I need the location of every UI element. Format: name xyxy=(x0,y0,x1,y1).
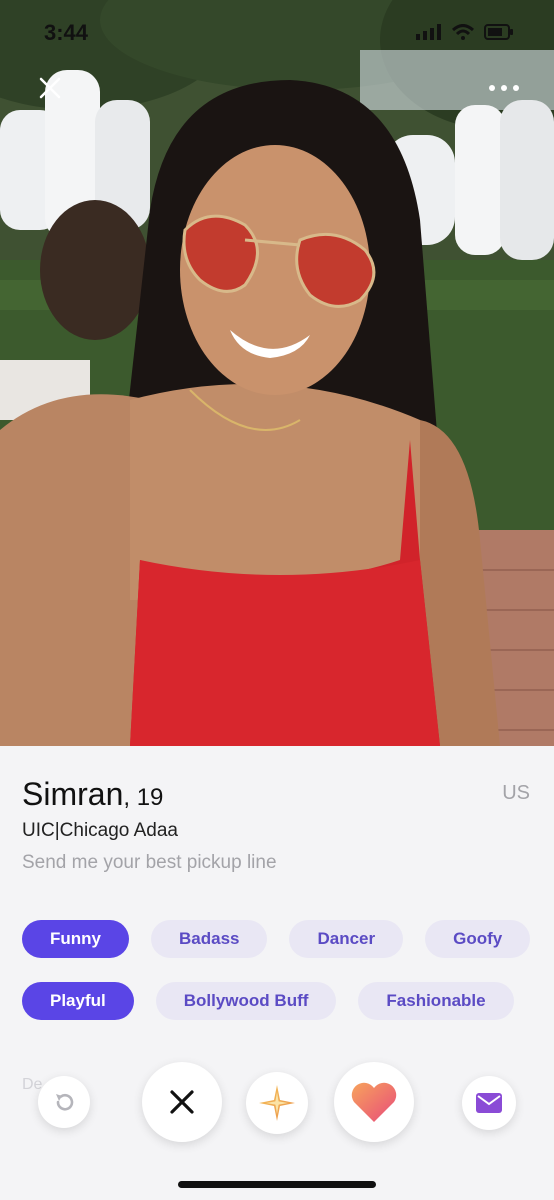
profile-age: , 19 xyxy=(123,784,164,811)
super-like-button[interactable] xyxy=(246,1072,308,1134)
more-icon xyxy=(489,85,495,91)
rewind-icon xyxy=(56,1093,74,1111)
profile-school: UIC|Chicago Adaa xyxy=(22,820,178,841)
signal-icon xyxy=(416,24,441,40)
status-bar: 3:44 xyxy=(0,0,554,60)
wifi-icon xyxy=(452,24,474,40)
profile-photo[interactable]: 3:44 xyxy=(0,0,554,746)
profile-bio: Send me your best pickup line xyxy=(22,852,277,873)
heart-icon xyxy=(351,1082,397,1122)
tag-row-1: Funny Badass Dancer Goofy xyxy=(22,920,531,958)
envelope-icon xyxy=(476,1093,502,1113)
tag-chip[interactable]: Playful xyxy=(22,982,134,1020)
tag-row-2: Playful Bollywood Buff Fashionable xyxy=(22,982,514,1020)
close-icon xyxy=(39,77,61,99)
status-icons xyxy=(416,24,514,40)
tag-chip[interactable]: Funny xyxy=(22,920,129,958)
profile-country: US xyxy=(502,782,530,804)
x-icon xyxy=(170,1090,194,1114)
tag-chip[interactable]: Goofy xyxy=(425,920,531,958)
tag-chip[interactable]: Badass xyxy=(151,920,268,958)
home-indicator xyxy=(178,1181,376,1188)
pass-button[interactable] xyxy=(142,1062,222,1142)
tag-chip[interactable]: Fashionable xyxy=(358,982,514,1020)
profile-photo-illustration xyxy=(0,0,554,746)
rewind-button[interactable] xyxy=(38,1076,90,1128)
more-options-button[interactable] xyxy=(484,76,524,100)
action-bar xyxy=(0,1062,554,1142)
battery-icon xyxy=(484,24,513,40)
message-button[interactable] xyxy=(462,1076,516,1130)
close-button[interactable] xyxy=(32,70,68,106)
like-button[interactable] xyxy=(334,1062,414,1142)
tag-chip[interactable]: Dancer xyxy=(289,920,404,958)
sparkle-icon xyxy=(259,1085,295,1121)
tag-chip[interactable]: Bollywood Buff xyxy=(155,982,337,1020)
status-time: 3:44 xyxy=(44,20,89,45)
profile-name: Simran xyxy=(22,776,124,812)
name-row: Simran , 19 xyxy=(22,776,163,813)
